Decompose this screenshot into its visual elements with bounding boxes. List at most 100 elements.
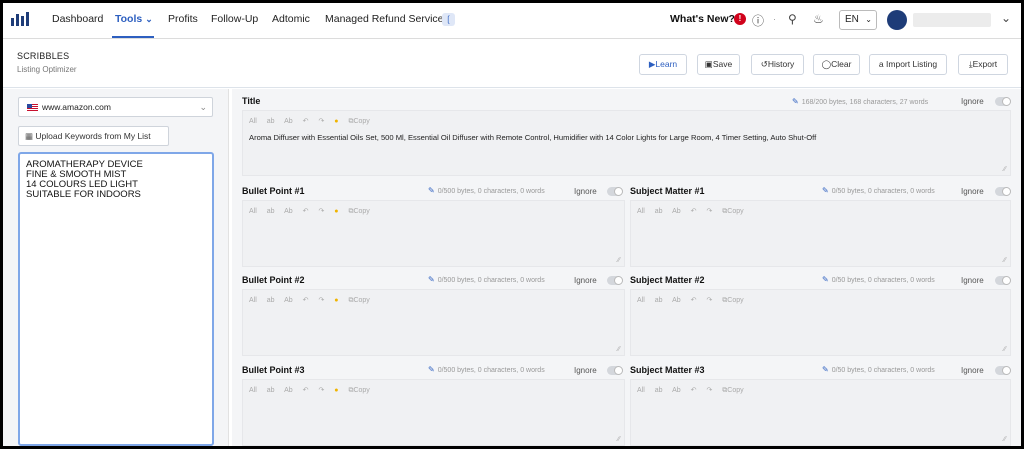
titlecase-button[interactable]: Ab <box>672 387 681 394</box>
all-caps-button[interactable]: All <box>249 118 257 125</box>
all-caps-button[interactable]: All <box>249 387 257 394</box>
titlecase-button[interactable]: Ab <box>284 387 293 394</box>
subject-matter-2-ignore-toggle[interactable] <box>995 276 1011 285</box>
pencil-icon[interactable]: ✎ <box>822 365 829 374</box>
save-button[interactable]: ▣Save <box>697 54 740 75</box>
all-caps-button[interactable]: All <box>637 297 645 304</box>
titlecase-button[interactable]: Ab <box>672 208 681 215</box>
bullet-point-2-field[interactable]: All ab Ab ↶ ↷ ● ⧉Copy ∕∕ <box>242 289 625 356</box>
bullet-point-3-field[interactable]: All ab Ab ↶ ↷ ● ⧉Copy ∕∕ <box>242 379 625 446</box>
learn-button[interactable]: ▶Learn <box>639 54 687 75</box>
subject-matter-1-ignore-toggle[interactable] <box>995 187 1011 196</box>
all-caps-button[interactable]: All <box>637 208 645 215</box>
user-name-redacted[interactable] <box>913 13 991 27</box>
redo-icon[interactable]: ↷ <box>318 387 324 394</box>
redo-icon[interactable]: ↷ <box>706 387 712 394</box>
pencil-icon[interactable]: ✎ <box>792 97 799 106</box>
undo-icon[interactable]: ↶ <box>303 118 309 125</box>
emoji-icon[interactable]: ● <box>334 297 338 304</box>
undo-icon[interactable]: ↶ <box>303 387 309 394</box>
titlecase-button[interactable]: Ab <box>284 297 293 304</box>
import-listing-button[interactable]: a Import Listing <box>869 54 947 75</box>
all-caps-button[interactable]: All <box>637 387 645 394</box>
lowercase-button[interactable]: ab <box>655 208 663 215</box>
keywords-textarea[interactable]: AROMATHERAPY DEVICE FINE & SMOOTH MIST 1… <box>18 152 214 446</box>
nav-follow-up[interactable]: Follow-Up <box>211 13 258 25</box>
undo-icon[interactable]: ↶ <box>303 208 309 215</box>
whats-new-link[interactable]: What's New? <box>670 13 735 25</box>
search-icon[interactable]: ⚲ <box>788 12 797 26</box>
title-text[interactable]: Aroma Diffuser with Essential Oils Set, … <box>249 133 1000 142</box>
undo-icon[interactable]: ↶ <box>691 208 697 215</box>
redo-icon[interactable]: ↷ <box>706 297 712 304</box>
subject-matter-2-field[interactable]: All ab Ab ↶ ↷ ⧉Copy ∕∕ <box>630 289 1011 356</box>
subject-matter-1-field[interactable]: All ab Ab ↶ ↷ ⧉Copy ∕∕ <box>630 200 1011 267</box>
copy-button[interactable]: ⧉Copy <box>348 208 377 215</box>
pencil-icon[interactable]: ✎ <box>822 275 829 284</box>
all-caps-button[interactable]: All <box>249 208 257 215</box>
nav-managed-refund-service[interactable]: Managed Refund Service <box>325 13 444 25</box>
app-logo-icon[interactable] <box>11 12 29 26</box>
copy-button[interactable]: ⧉Copy <box>722 297 751 304</box>
language-select[interactable]: EN ⌄ <box>839 10 877 30</box>
upload-keywords-button[interactable]: ▦ Upload Keywords from My List <box>18 126 169 146</box>
emoji-icon[interactable]: ● <box>334 387 338 394</box>
nav-profits[interactable]: Profits <box>168 13 198 25</box>
redo-icon[interactable]: ↷ <box>706 208 712 215</box>
bell-icon[interactable]: ♨ <box>813 12 824 26</box>
copy-button[interactable]: ⧉Copy <box>722 387 751 394</box>
copy-button[interactable]: ⧉Copy <box>348 387 377 394</box>
titlecase-button[interactable]: Ab <box>672 297 681 304</box>
lowercase-button[interactable]: ab <box>655 387 663 394</box>
bullet-point-2-ignore-toggle[interactable] <box>607 276 623 285</box>
pencil-icon[interactable]: ✎ <box>428 275 435 284</box>
copy-button[interactable]: ⧉Copy <box>348 297 377 304</box>
redo-icon[interactable]: ↷ <box>318 208 324 215</box>
titlecase-button[interactable]: Ab <box>284 208 293 215</box>
bullet-point-1-ignore-toggle[interactable] <box>607 187 623 196</box>
marketplace-select[interactable]: www.amazon.com ⌄ <box>18 97 213 117</box>
subject-matter-3-ignore-toggle[interactable] <box>995 366 1011 375</box>
redo-icon[interactable]: ↷ <box>318 297 324 304</box>
resize-handle-icon[interactable]: ∕∕ <box>1004 166 1006 173</box>
nav-tools[interactable]: Tools ⌄ <box>115 13 153 25</box>
nav-adtomic[interactable]: Adtomic <box>272 13 310 25</box>
export-button[interactable]: ⤓Export <box>958 54 1008 75</box>
title-field[interactable]: All ab Ab ↶ ↷ ● ⧉Copy Aroma Diffuser wit… <box>242 110 1011 176</box>
pencil-icon[interactable]: ✎ <box>428 186 435 195</box>
help-icon[interactable]: ⓘ <box>752 12 764 29</box>
all-caps-button[interactable]: All <box>249 297 257 304</box>
titlecase-button[interactable]: Ab <box>284 118 293 125</box>
active-tab-indicator <box>112 36 154 38</box>
lowercase-button[interactable]: ab <box>267 118 275 125</box>
undo-icon[interactable]: ↶ <box>691 297 697 304</box>
subject-matter-3-field[interactable]: All ab Ab ↶ ↷ ⧉Copy ∕∕ <box>630 379 1011 446</box>
history-button[interactable]: ↺History <box>751 54 804 75</box>
resize-handle-icon[interactable]: ∕∕ <box>1004 257 1006 264</box>
lowercase-button[interactable]: ab <box>267 387 275 394</box>
resize-handle-icon[interactable]: ∕∕ <box>618 436 620 443</box>
redo-icon[interactable]: ↷ <box>318 118 324 125</box>
resize-handle-icon[interactable]: ∕∕ <box>618 257 620 264</box>
lowercase-button[interactable]: ab <box>267 297 275 304</box>
pencil-icon[interactable]: ✎ <box>428 365 435 374</box>
title-ignore-toggle[interactable] <box>995 97 1011 106</box>
chevron-down-icon[interactable]: ⌄ <box>1001 11 1011 25</box>
resize-handle-icon[interactable]: ∕∕ <box>618 346 620 353</box>
resize-handle-icon[interactable]: ∕∕ <box>1004 346 1006 353</box>
bullet-point-1-field[interactable]: All ab Ab ↶ ↷ ● ⧉Copy ∕∕ <box>242 200 625 267</box>
undo-icon[interactable]: ↶ <box>691 387 697 394</box>
lowercase-button[interactable]: ab <box>655 297 663 304</box>
clear-button[interactable]: ◯Clear <box>813 54 860 75</box>
emoji-icon[interactable]: ● <box>334 118 338 125</box>
undo-icon[interactable]: ↶ <box>303 297 309 304</box>
bullet-point-3-ignore-toggle[interactable] <box>607 366 623 375</box>
copy-button[interactable]: ⧉Copy <box>348 118 377 125</box>
lowercase-button[interactable]: ab <box>267 208 275 215</box>
resize-handle-icon[interactable]: ∕∕ <box>1004 436 1006 443</box>
copy-button[interactable]: ⧉Copy <box>722 208 751 215</box>
nav-dashboard[interactable]: Dashboard <box>52 13 103 25</box>
avatar[interactable] <box>887 10 907 30</box>
emoji-icon[interactable]: ● <box>334 208 338 215</box>
pencil-icon[interactable]: ✎ <box>822 186 829 195</box>
